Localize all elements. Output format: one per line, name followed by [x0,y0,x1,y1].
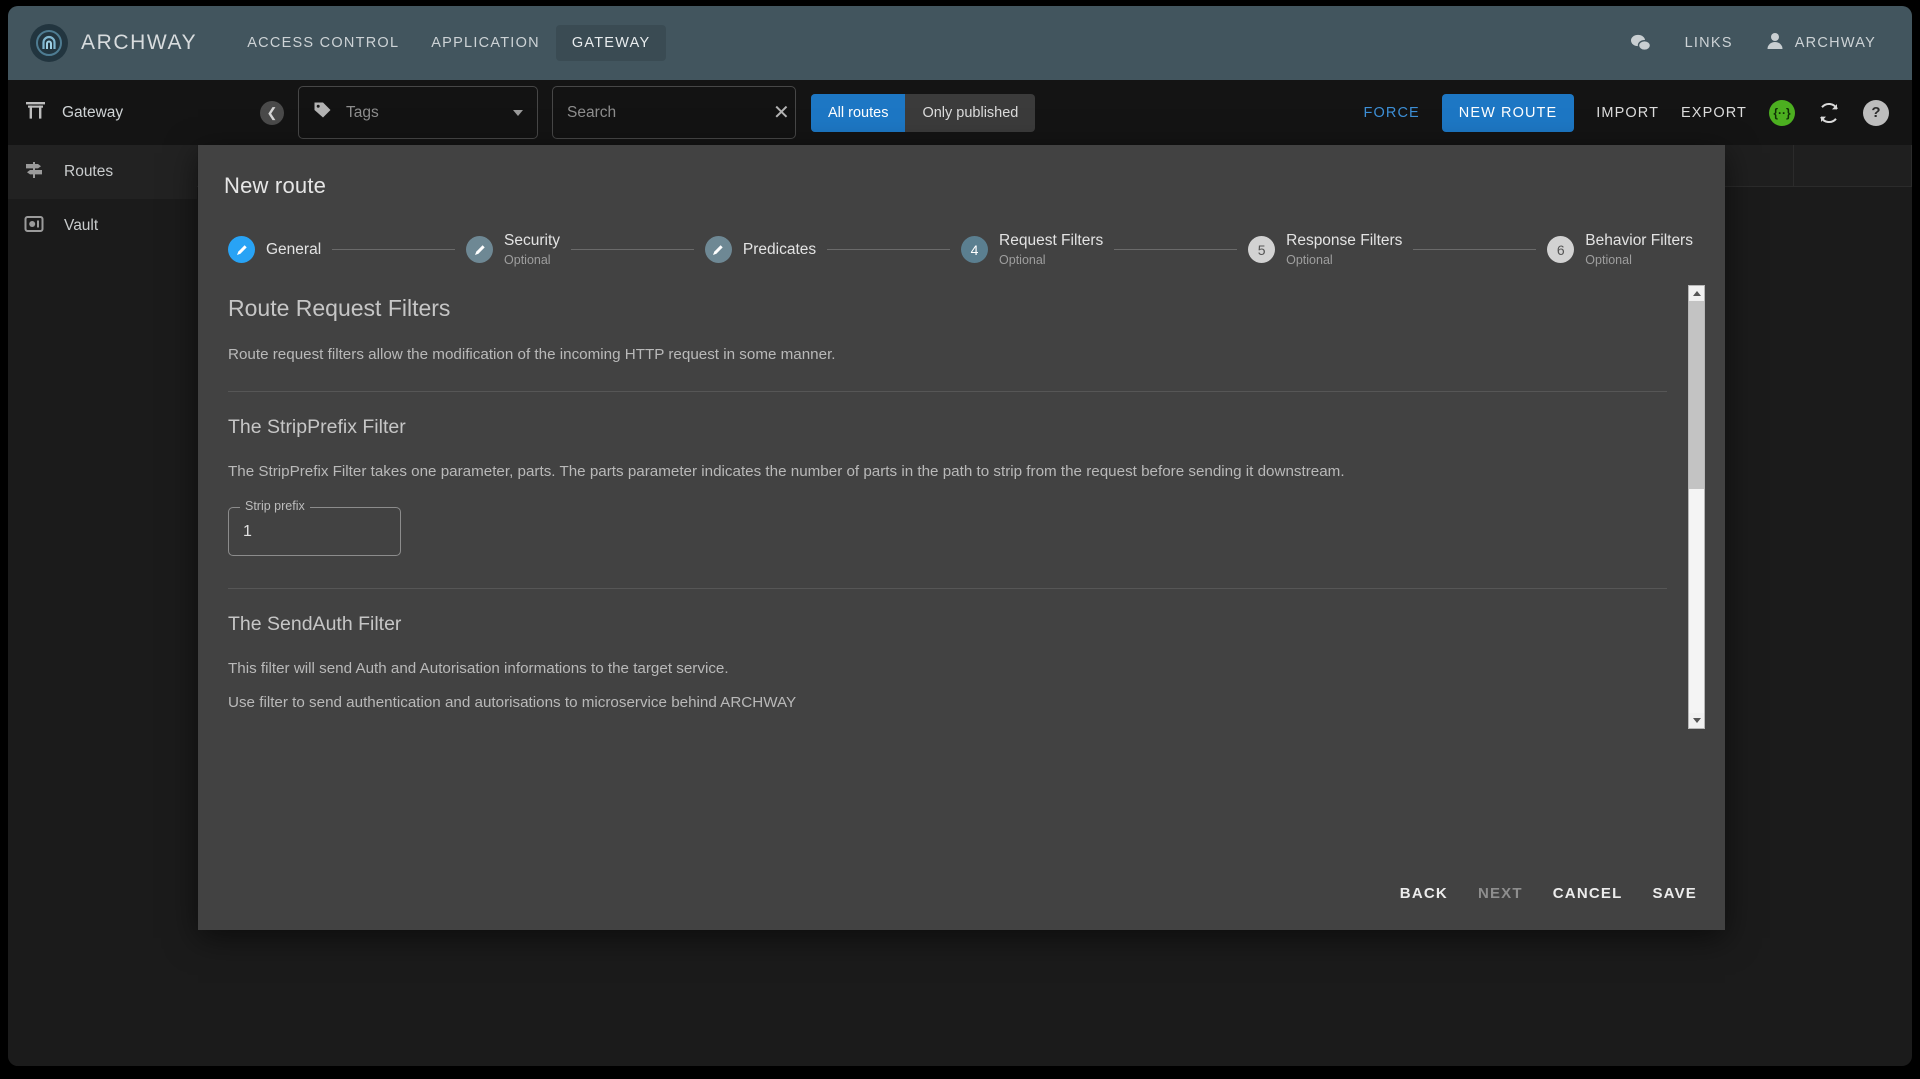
nav-right-group: LINKS ARCHWAY [1629,27,1890,59]
strip-prefix-field[interactable]: Strip prefix [228,499,401,557]
left-sidebar: Routes Vault [8,145,197,1066]
step-general[interactable]: General [228,236,322,264]
nav-item-gateway[interactable]: GATEWAY [555,25,667,61]
nav-item-links[interactable]: LINKS [1679,27,1739,59]
step-sub-security: Optional [504,252,551,267]
wizard-stepper: General Security Optional Predicates 4 R… [228,232,1693,267]
help-question-icon[interactable]: ? [1863,99,1889,126]
save-button[interactable]: SAVE [1652,885,1697,902]
dialog-body: Route Request Filters Route request filt… [198,285,1725,730]
search-input[interactable] [567,103,767,122]
toolbar-actions: FORCE NEW ROUTE IMPORT EXPORT {··} ? [1364,93,1912,132]
toolbar-section-title: Gateway ❮ [8,80,296,145]
step-security[interactable]: Security Optional [466,232,560,267]
step-label-response-filters: Response Filters [1286,232,1403,249]
stepper-connector [1413,249,1537,251]
sidebar-item-routes[interactable]: Routes [8,145,197,199]
step-number-badge: 5 [1248,236,1276,264]
archway-logo-icon [30,24,68,62]
step-behavior-filters[interactable]: 6 Behavior Filters Optional [1547,232,1693,267]
brand-logo-group[interactable]: ARCHWAY [30,24,197,62]
search-field-wrapper[interactable]: ✕ [552,86,796,139]
export-button[interactable]: EXPORT [1681,105,1747,121]
tags-filter-select[interactable]: Tags [298,86,538,139]
app-root: ARCHWAY ACCESS CONTROL APPLICATION GATEW… [0,0,1920,1079]
pencil-icon [704,236,732,264]
route-filter-segmented-control: All routes Only published [811,93,1036,132]
sidebar-item-vault[interactable]: Vault [8,199,197,253]
new-route-dialog: New route General Security Optional Pred… [198,145,1725,930]
send-auth-description-2: Use filter to send authentication and au… [228,694,797,712]
segment-only-published[interactable]: Only published [905,94,1035,132]
step-request-filters[interactable]: 4 Request Filters Optional [961,232,1103,267]
step-number-badge: 6 [1547,236,1575,264]
step-label-behavior-filters: Behavior Filters [1585,232,1693,249]
gateway-toolbar: Gateway ❮ Tags ✕ All routes Onl [8,80,1912,145]
tag-icon [313,101,332,125]
pencil-icon [228,236,255,264]
json-braces-icon[interactable]: {··} [1769,99,1795,126]
chevron-left-icon[interactable]: ❮ [260,100,284,125]
cancel-button[interactable]: CANCEL [1553,885,1623,902]
stepper-connector [1114,249,1238,251]
step-label-request-filters: Request Filters [999,232,1104,249]
chat-bubbles-icon[interactable] [1629,33,1653,53]
force-button[interactable]: FORCE [1364,105,1420,121]
nav-item-access-control[interactable]: ACCESS CONTROL [231,25,415,61]
content-scrollbar[interactable] [1688,285,1705,730]
signpost-icon [24,160,44,185]
section-heading: Route Request Filters [228,295,451,322]
strip-prefix-label: Strip prefix [240,499,310,514]
scroll-up-arrow-icon[interactable] [1689,286,1704,302]
step-label-predicates: Predicates [742,240,817,258]
step-response-filters[interactable]: 5 Response Filters Optional [1248,232,1402,267]
gateway-torii-icon [25,100,46,125]
toolbar-section-label: Gateway [62,103,124,121]
step-number-badge: 4 [961,236,989,264]
safe-vault-icon [24,214,44,239]
sidebar-item-label-routes: Routes [64,163,114,180]
step-label-general: General [266,240,322,258]
user-avatar-icon [1765,31,1785,56]
stepper-connector [827,249,951,251]
scrollable-content: Route Request Filters Route request filt… [228,285,1667,729]
dialog-action-bar: BACK NEXT CANCEL SAVE [1400,885,1697,902]
step-predicates[interactable]: Predicates [704,236,817,264]
brand-name: ARCHWAY [81,31,198,54]
scrollbar-thumb[interactable] [1689,301,1704,490]
import-button[interactable]: IMPORT [1596,105,1659,121]
send-auth-description-1: This filter will send Auth and Autorisat… [228,660,729,678]
stepper-connector [332,249,456,251]
tags-filter-placeholder: Tags [346,103,379,121]
close-x-icon[interactable]: ✕ [767,103,790,123]
next-button: NEXT [1477,885,1523,902]
stepper-connector [571,249,694,251]
step-sub-behavior-filters: Optional [1585,252,1632,267]
user-name-label: ARCHWAY [1794,35,1876,51]
dialog-title: New route [224,173,327,198]
strip-prefix-heading: The StripPrefix Filter [228,416,406,439]
nav-item-application[interactable]: APPLICATION [415,25,556,61]
strip-prefix-input[interactable] [243,522,386,541]
divider [228,588,1667,590]
app-shell: ARCHWAY ACCESS CONTROL APPLICATION GATEW… [8,6,1912,1066]
user-menu[interactable]: ARCHWAY [1765,31,1876,56]
sidebar-item-label-vault: Vault [64,217,99,234]
send-auth-heading: The SendAuth Filter [228,613,402,636]
strip-prefix-description: The StripPrefix Filter takes one paramet… [228,463,1345,481]
step-sub-request-filters: Optional [999,252,1046,267]
scroll-down-arrow-icon[interactable] [1689,713,1704,729]
chevron-down-icon [513,109,523,116]
step-sub-response-filters: Optional [1286,252,1333,267]
refresh-icon[interactable] [1817,101,1841,125]
top-navigation-bar: ARCHWAY ACCESS CONTROL APPLICATION GATEW… [8,6,1912,80]
step-label-security: Security [504,232,561,249]
new-route-button[interactable]: NEW ROUTE [1441,93,1575,132]
section-intro-text: Route request filters allow the modifica… [228,346,836,364]
divider [228,391,1667,393]
segment-all-routes[interactable]: All routes [811,93,906,132]
pencil-icon [466,236,494,264]
back-button[interactable]: BACK [1400,885,1448,902]
